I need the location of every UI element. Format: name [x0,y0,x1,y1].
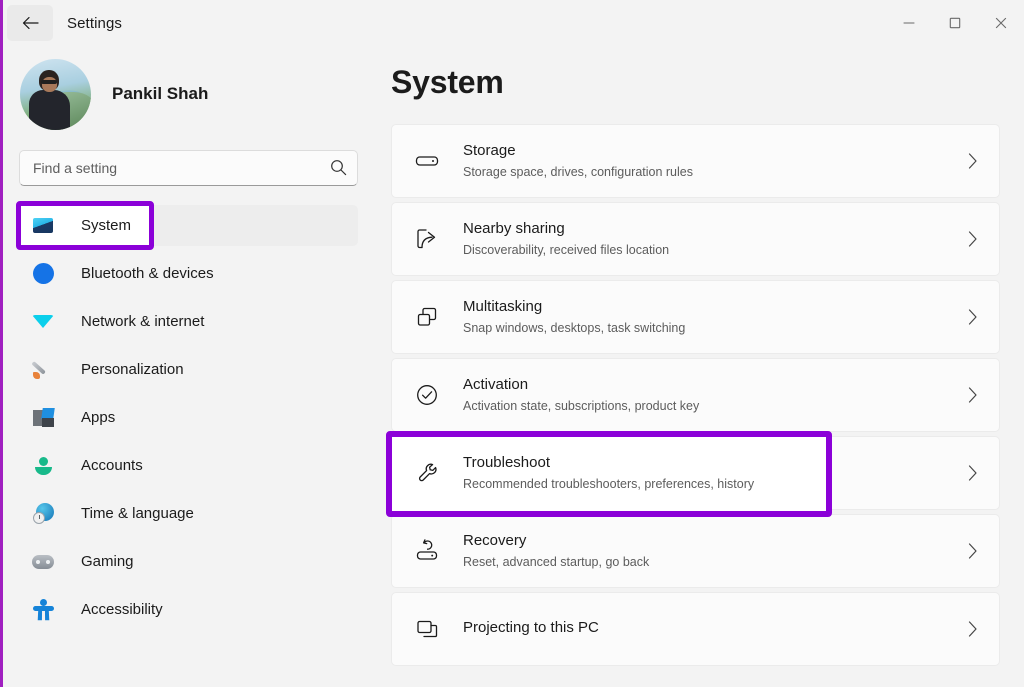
card-title: Troubleshoot [463,454,550,471]
maximize-icon [949,17,961,29]
page-title: System [391,64,1000,101]
chevron-right-icon [966,152,983,170]
sidebar-item-label: Apps [81,409,115,426]
accessibility-icon [30,599,56,620]
back-arrow-icon [22,16,39,30]
maximize-button[interactable] [932,0,978,46]
avatar [20,59,91,130]
title-bar: Settings [3,0,1024,46]
sidebar-item-bluetooth-devices[interactable]: ᚝ Bluetooth & devices [19,253,358,294]
chevron-right-icon [966,464,983,482]
back-button[interactable] [7,5,53,41]
card-title: Storage [463,142,516,159]
settings-card-recovery[interactable]: Recovery Reset, advanced startup, go bac… [391,514,1000,588]
sidebar-item-network-internet[interactable]: Network & internet [19,301,358,342]
drive-icon [413,148,441,174]
chevron-right-icon [966,308,983,326]
settings-card-multitasking[interactable]: Multitasking Snap windows, desktops, tas… [391,280,1000,354]
multitasking-icon [413,304,441,330]
gamepad-icon [30,555,56,569]
card-title: Activation [463,376,528,393]
card-subtitle: Snap windows, desktops, task switching [463,319,966,337]
apps-icon [30,408,56,428]
check-circle-icon [413,382,441,408]
wrench-icon [413,460,441,486]
settings-card-nearby-sharing[interactable]: Nearby sharing Discoverability, received… [391,202,1000,276]
card-title: Nearby sharing [463,220,565,237]
recovery-icon [413,538,441,564]
clock-globe-icon [30,503,56,524]
sidebar: Pankil Shah System ᚝ Bluetooth [3,46,374,687]
chevron-right-icon [966,230,983,248]
window-title: Settings [67,15,122,32]
card-title: Projecting to this PC [463,619,599,636]
sidebar-item-system[interactable]: System [19,205,358,246]
card-subtitle: Recommended troubleshooters, preferences… [463,475,966,493]
sidebar-item-label: Time & language [81,505,194,522]
sidebar-item-label: Accessibility [81,601,163,618]
sidebar-item-accounts[interactable]: Accounts [19,445,358,486]
settings-window: Settings Pankil Shah Find a setting Syst… [0,0,1024,687]
minimize-button[interactable] [886,0,932,46]
settings-card-activation[interactable]: Activation Activation state, subscriptio… [391,358,1000,432]
sidebar-item-time-language[interactable]: Time & language [19,493,358,534]
sidebar-item-label: Gaming [81,553,134,570]
sidebar-item-label: Accounts [81,457,143,474]
settings-card-storage[interactable]: Storage Storage space, drives, configura… [391,124,1000,198]
sidebar-item-gaming[interactable]: Gaming [19,541,358,582]
profile-name: Pankil Shah [112,84,208,104]
main-content: System Storage Storage space, drives, co… [374,46,1024,687]
search-input[interactable] [19,150,358,186]
sidebar-item-accessibility[interactable]: Accessibility [19,589,358,630]
card-title: Recovery [463,532,526,549]
card-subtitle: Activation state, subscriptions, product… [463,397,966,415]
user-profile[interactable]: Pankil Shah [19,46,358,142]
sidebar-item-label: System [81,217,131,234]
paintbrush-icon [30,360,56,380]
close-icon [995,17,1007,29]
card-title: Multitasking [463,298,542,315]
settings-card-projecting-to-this-pc[interactable]: Projecting to this PC [391,592,1000,666]
sidebar-item-label: Personalization [81,361,184,378]
chevron-right-icon [966,620,983,638]
monitor-icon [30,218,56,233]
sidebar-item-label: Bluetooth & devices [81,265,214,282]
card-subtitle: Storage space, drives, configuration rul… [463,163,966,181]
window-controls [886,0,1024,46]
wifi-icon [30,315,56,328]
projecting-icon [413,616,441,642]
chevron-right-icon [966,542,983,560]
window-body: Pankil Shah System ᚝ Bluetooth [3,46,1024,687]
close-button[interactable] [978,0,1024,46]
search-box [19,150,358,186]
share-icon [413,226,441,252]
bluetooth-icon: ᚝ [30,263,56,284]
settings-card-troubleshoot[interactable]: Troubleshoot Recommended troubleshooters… [391,436,1000,510]
card-subtitle: Discoverability, received files location [463,241,966,259]
sidebar-item-personalization[interactable]: Personalization [19,349,358,390]
card-subtitle: Reset, advanced startup, go back [463,553,966,571]
account-icon [30,456,56,476]
chevron-right-icon [966,386,983,404]
sidebar-item-label: Network & internet [81,313,204,330]
minimize-icon [903,17,915,29]
sidebar-item-apps[interactable]: Apps [19,397,358,438]
